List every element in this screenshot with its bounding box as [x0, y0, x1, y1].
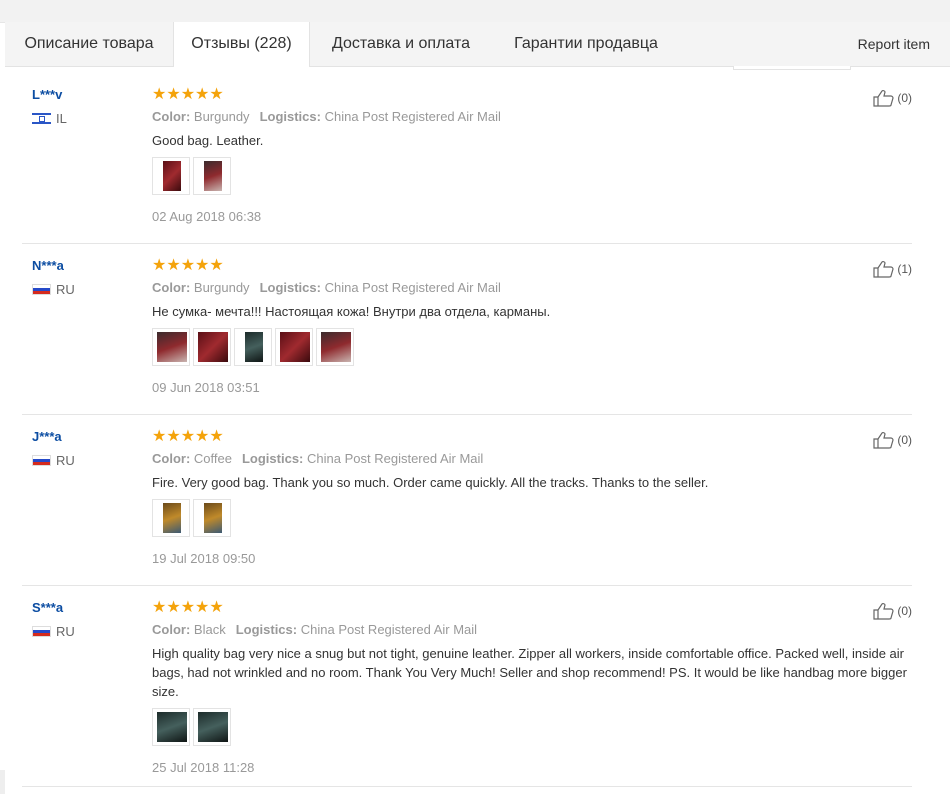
report-item-link[interactable]: Report item	[858, 22, 930, 66]
reviewer-name[interactable]: L***v	[32, 87, 62, 102]
review-photo[interactable]	[193, 499, 231, 537]
star-rating: ★★★★★	[152, 428, 224, 445]
logistics-label: Logistics:	[259, 280, 321, 295]
review-photo[interactable]	[193, 328, 231, 366]
review-date: 19 Jul 2018 09:50	[152, 551, 256, 566]
reviewer-name[interactable]: J***a	[32, 429, 62, 444]
review-photo[interactable]	[193, 157, 231, 195]
color-value: Burgundy	[193, 109, 250, 124]
review-photo[interactable]	[152, 157, 190, 195]
helpful-button[interactable]: (1)	[873, 260, 912, 278]
review-photos	[152, 499, 912, 541]
thumbs-up-icon	[873, 602, 894, 620]
review-item: J***a RU ★★★★★ Color: Coffee Logistics: C…	[22, 415, 912, 586]
review-date: 02 Aug 2018 06:38	[152, 209, 262, 224]
flag-russia-icon	[32, 626, 51, 637]
helpful-button[interactable]: (0)	[873, 602, 912, 620]
color-label: Color:	[152, 622, 191, 637]
review-date: 09 Jun 2018 03:51	[152, 380, 260, 395]
tab-delivery[interactable]: Доставка и оплата	[310, 22, 492, 66]
thumbs-up-icon	[873, 431, 894, 449]
review-photo[interactable]	[152, 708, 190, 746]
review-photos	[152, 157, 912, 199]
tab-guarantees[interactable]: Гарантии продавца	[492, 22, 680, 66]
reviewer-country: RU	[32, 624, 75, 639]
review-photo[interactable]	[152, 328, 190, 366]
tab-reviews[interactable]: Отзывы (228)	[173, 22, 310, 67]
review-text: High quality bag very nice a snug but no…	[152, 646, 907, 699]
review-list: L***v IL ★★★★★ Color: Burgundy Logistics:…	[22, 73, 912, 787]
review-text: Не сумка- мечта!!! Настоящая кожа! Внутр…	[152, 304, 551, 319]
tab-description[interactable]: Описание товара	[5, 22, 173, 66]
review-text: Good bag. Leather.	[152, 133, 264, 148]
page-edge	[0, 770, 5, 794]
logistics-label: Logistics:	[235, 622, 298, 637]
review-photos	[152, 708, 912, 750]
logistics-value: China Post Registered Air Mail	[324, 280, 501, 295]
helpful-button[interactable]: (0)	[873, 89, 912, 107]
country-code: RU	[56, 282, 75, 297]
review-photo[interactable]	[316, 328, 354, 366]
review-item: S***a RU ★★★★★ Color: Black Logistics: Ch…	[22, 586, 912, 787]
thumbs-up-icon	[873, 260, 894, 278]
review-photos	[152, 328, 912, 370]
helpful-count: (0)	[897, 91, 912, 105]
reviewer-country: RU	[32, 282, 75, 297]
star-rating: ★★★★★	[152, 86, 224, 103]
logistics-label: Logistics:	[241, 451, 304, 466]
country-code: RU	[56, 453, 75, 468]
star-rating: ★★★★★	[152, 599, 224, 616]
review-item: N***a RU ★★★★★ Color: Burgundy Logistics:…	[22, 244, 912, 415]
logistics-value: China Post Registered Air Mail	[324, 109, 501, 124]
color-label: Color:	[152, 280, 191, 295]
review-text: Fire. Very good bag. Thank you so much. …	[152, 475, 709, 490]
review-photo[interactable]	[275, 328, 313, 366]
logistics-value: China Post Registered Air Mail	[307, 451, 484, 466]
reviewer-name[interactable]: N***a	[32, 258, 64, 273]
helpful-count: (0)	[897, 433, 912, 447]
dropdown-edge	[733, 66, 851, 70]
reviewer-country: RU	[32, 453, 75, 468]
helpful-button[interactable]: (0)	[873, 431, 912, 449]
helpful-count: (0)	[897, 604, 912, 618]
flag-russia-icon	[32, 455, 51, 466]
reviewer-name[interactable]: S***a	[32, 600, 63, 615]
flag-israel-icon	[32, 113, 51, 124]
logistics-label: Logistics:	[259, 109, 321, 124]
review-date: 25 Jul 2018 11:28	[152, 760, 255, 775]
flag-russia-icon	[32, 284, 51, 295]
thumbs-up-icon	[873, 89, 894, 107]
review-photo[interactable]	[152, 499, 190, 537]
color-label: Color:	[152, 451, 191, 466]
tab-bar: Описание товара Отзывы (228) Доставка и …	[5, 22, 950, 67]
logistics-value: China Post Registered Air Mail	[300, 622, 478, 637]
review-photo[interactable]	[234, 328, 272, 366]
country-code: IL	[56, 111, 67, 126]
top-bar	[0, 0, 950, 23]
country-code: RU	[56, 624, 75, 639]
reviewer-country: IL	[32, 111, 67, 126]
color-value: Burgundy	[193, 280, 250, 295]
color-value: Coffee	[193, 451, 232, 466]
helpful-count: (1)	[897, 262, 912, 276]
review-photo[interactable]	[193, 708, 231, 746]
color-value: Black	[193, 622, 226, 637]
color-label: Color:	[152, 109, 191, 124]
star-rating: ★★★★★	[152, 257, 224, 274]
review-item: L***v IL ★★★★★ Color: Burgundy Logistics:…	[22, 73, 912, 244]
